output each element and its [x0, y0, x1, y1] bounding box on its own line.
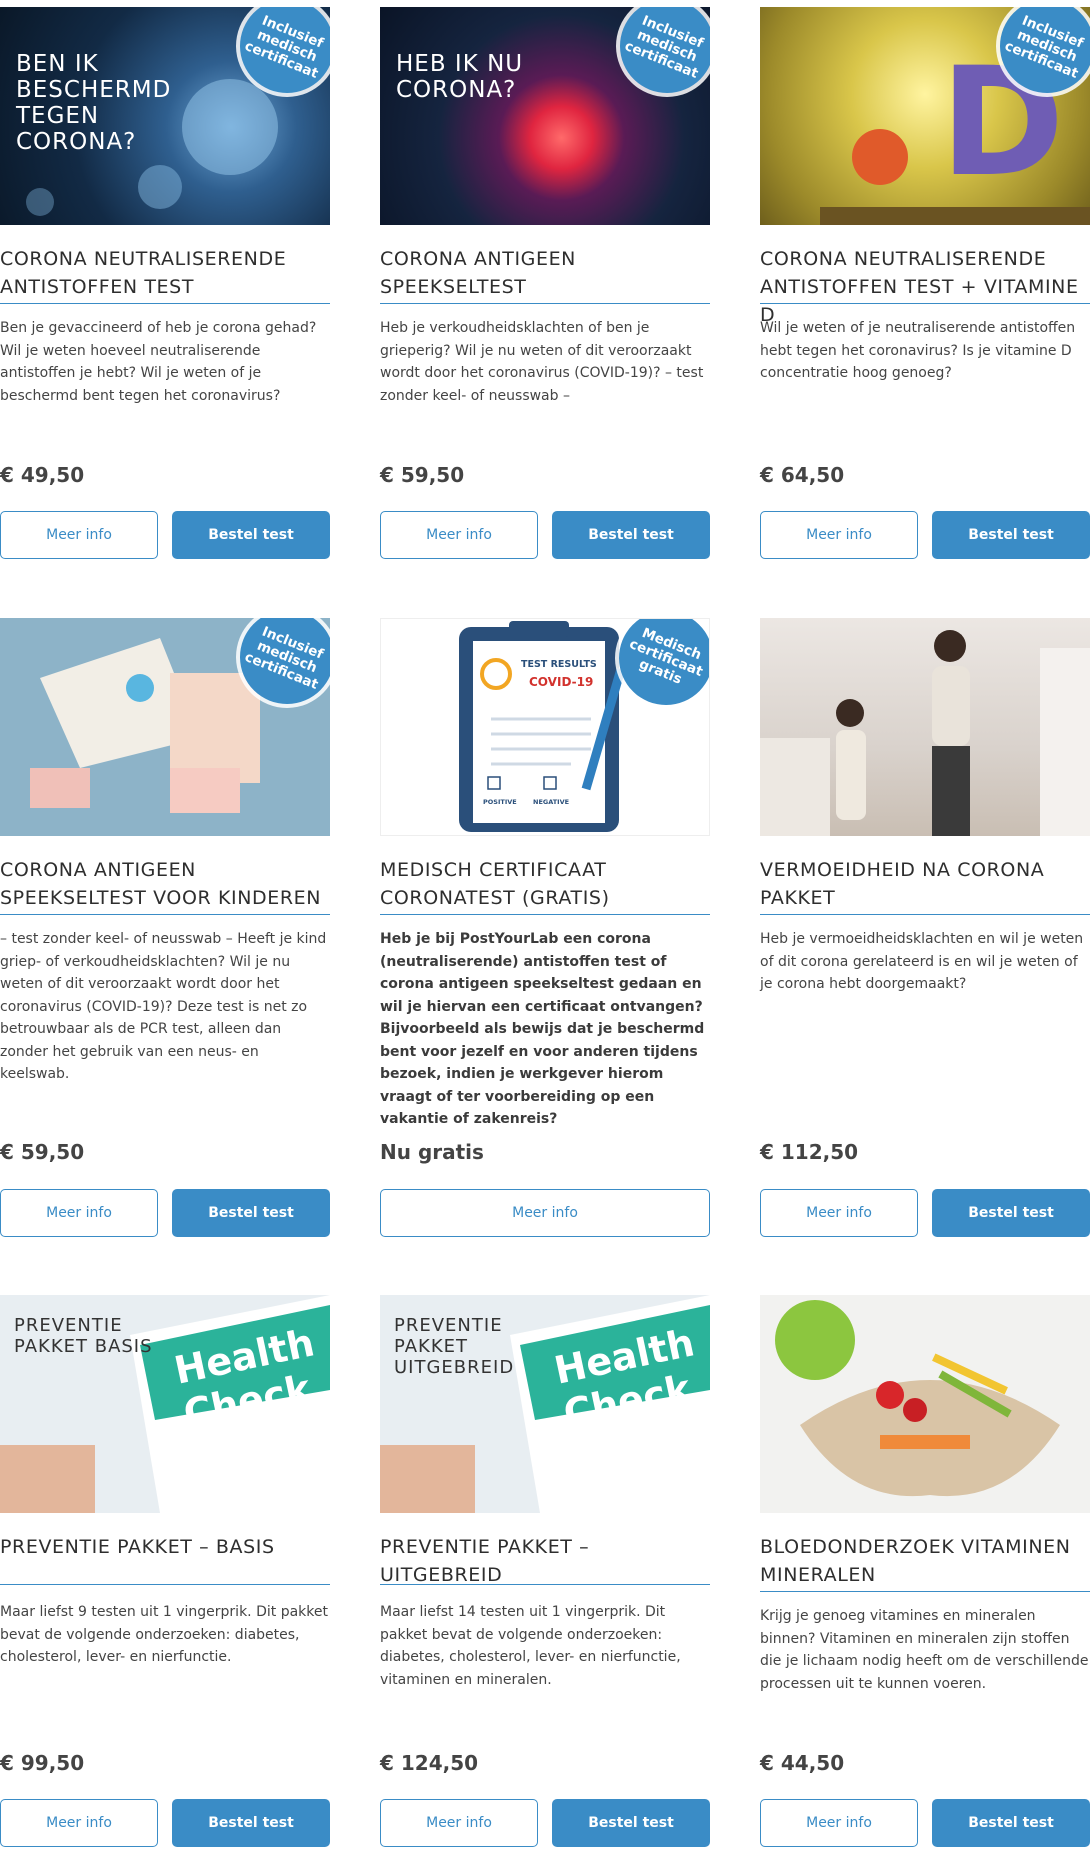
product-price: € 59,50 [0, 1140, 85, 1164]
product-price: € 99,50 [0, 1751, 85, 1775]
product-image-health-check[interactable]: PREVENTIE PAKKET BASIS Health Check [0, 1295, 330, 1513]
covid-label: COVID-19 [529, 675, 594, 689]
title-divider [380, 1584, 710, 1585]
negative-label: NEGATIVE [533, 798, 570, 806]
product-title[interactable]: CORONA ANTIGEEN SPEEKSELTEST [380, 245, 710, 301]
bestel-test-button[interactable]: Bestel test [172, 1189, 330, 1237]
meer-info-button[interactable]: Meer info [0, 511, 158, 559]
product-image-health-check[interactable]: PREVENTIE PAKKET UITGEBREID Health Check [380, 1295, 710, 1513]
product-price: € 124,50 [380, 1751, 479, 1775]
title-divider [380, 303, 710, 304]
bestel-test-button[interactable]: Bestel test [932, 1189, 1090, 1237]
product-description: – test zonder keel- of neusswab – Heeft … [0, 931, 327, 1082]
product-price: € 64,50 [760, 463, 845, 487]
product-image-vitamine-d[interactable]: D Inclusief medisch certificaat [760, 7, 1090, 225]
product-description: Heb je bij PostYourLab een corona (neutr… [380, 931, 705, 1127]
bestel-test-button[interactable]: Bestel test [172, 1799, 330, 1847]
meer-info-button[interactable]: Meer info [760, 511, 918, 559]
meer-info-button[interactable]: Meer info [760, 1189, 918, 1237]
positive-label: POSITIVE [483, 798, 517, 806]
product-image-clipboard[interactable]: TEST RESULTS COVID-19 POSITIVE NEGATIVE … [380, 618, 710, 836]
title-divider [760, 303, 1090, 304]
title-divider [760, 914, 1090, 915]
image-headline: BEN IK BESCHERMD TEGEN CORONA? [16, 51, 172, 155]
title-divider [0, 914, 330, 915]
product-description: Ben je gevaccineerd of heb je corona geh… [0, 320, 317, 404]
image-headline: PREVENTIE PAKKET BASIS [14, 1315, 153, 1357]
image-headline: PREVENTIE PAKKET UITGEBREID [394, 1315, 515, 1378]
title-divider [380, 914, 710, 915]
product-description: Maar liefst 9 testen uit 1 vingerprik. D… [0, 1604, 328, 1665]
meer-info-button[interactable]: Meer info [760, 1799, 918, 1847]
bestel-test-button[interactable]: Bestel test [552, 1799, 710, 1847]
product-image-healthy-food[interactable] [760, 1295, 1090, 1513]
meer-info-button[interactable]: Meer info [380, 1189, 710, 1237]
certificate-badge: Inclusief medisch certificaat [605, 7, 710, 108]
product-description: Wil je weten of je neutraliserende antis… [760, 320, 1076, 381]
product-title[interactable]: PREVENTIE PAKKET – UITGEBREID [380, 1533, 710, 1589]
product-description: Krijg je genoeg vitamines en mineralen b… [760, 1608, 1089, 1692]
bestel-test-button[interactable]: Bestel test [172, 511, 330, 559]
meer-info-button[interactable]: Meer info [0, 1189, 158, 1237]
product-title[interactable]: PREVENTIE PAKKET – BASIS [0, 1533, 330, 1561]
product-image-red-virus[interactable]: HEB IK NU CORONA? Inclusief medisch cert… [380, 7, 710, 225]
product-price: € 112,50 [760, 1140, 859, 1164]
product-title[interactable]: BLOEDONDERZOEK VITAMINEN MINERALEN [760, 1533, 1090, 1589]
product-description: Heb je verkoudheidsklachten of ben je gr… [380, 320, 704, 404]
title-divider [0, 1584, 330, 1585]
meer-info-button[interactable]: Meer info [380, 511, 538, 559]
product-description: Maar liefst 14 testen uit 1 vingerprik. … [380, 1604, 681, 1688]
people-illustration-icon [760, 630, 1090, 836]
product-price: Nu gratis [380, 1140, 484, 1164]
product-title[interactable]: CORONA NEUTRALISERENDE ANTISTOFFEN TEST [0, 245, 330, 301]
product-title[interactable]: MEDISCH CERTIFICAAT CORONATEST (GRATIS) [380, 856, 710, 912]
product-price: € 49,50 [0, 463, 85, 487]
product-title[interactable]: CORONA ANTIGEEN SPEEKSELTEST VOOR KINDER… [0, 856, 330, 912]
title-divider [0, 303, 330, 304]
product-image-test-kit[interactable]: Inclusief medisch certificaat [0, 618, 330, 836]
title-divider [760, 1591, 1090, 1592]
bestel-test-button[interactable]: Bestel test [552, 511, 710, 559]
bestel-test-button[interactable]: Bestel test [932, 1799, 1090, 1847]
food-bowl-icon [775, 1300, 1060, 1497]
product-image-corona-virus[interactable]: BEN IK BESCHERMD TEGEN CORONA? Inclusief… [0, 7, 330, 225]
test-results-label: TEST RESULTS [521, 659, 597, 670]
product-description: Heb je vermoeidheidsklachten en wil je w… [760, 931, 1084, 992]
product-price: € 44,50 [760, 1751, 845, 1775]
meer-info-button[interactable]: Meer info [0, 1799, 158, 1847]
meer-info-button[interactable]: Meer info [380, 1799, 538, 1847]
product-image-mother-daughter[interactable] [760, 618, 1090, 836]
product-price: € 59,50 [380, 463, 465, 487]
product-title[interactable]: VERMOEIDHEID NA CORONA PAKKET [760, 856, 1090, 912]
bestel-test-button[interactable]: Bestel test [932, 511, 1090, 559]
image-headline: HEB IK NU CORONA? [396, 51, 524, 103]
